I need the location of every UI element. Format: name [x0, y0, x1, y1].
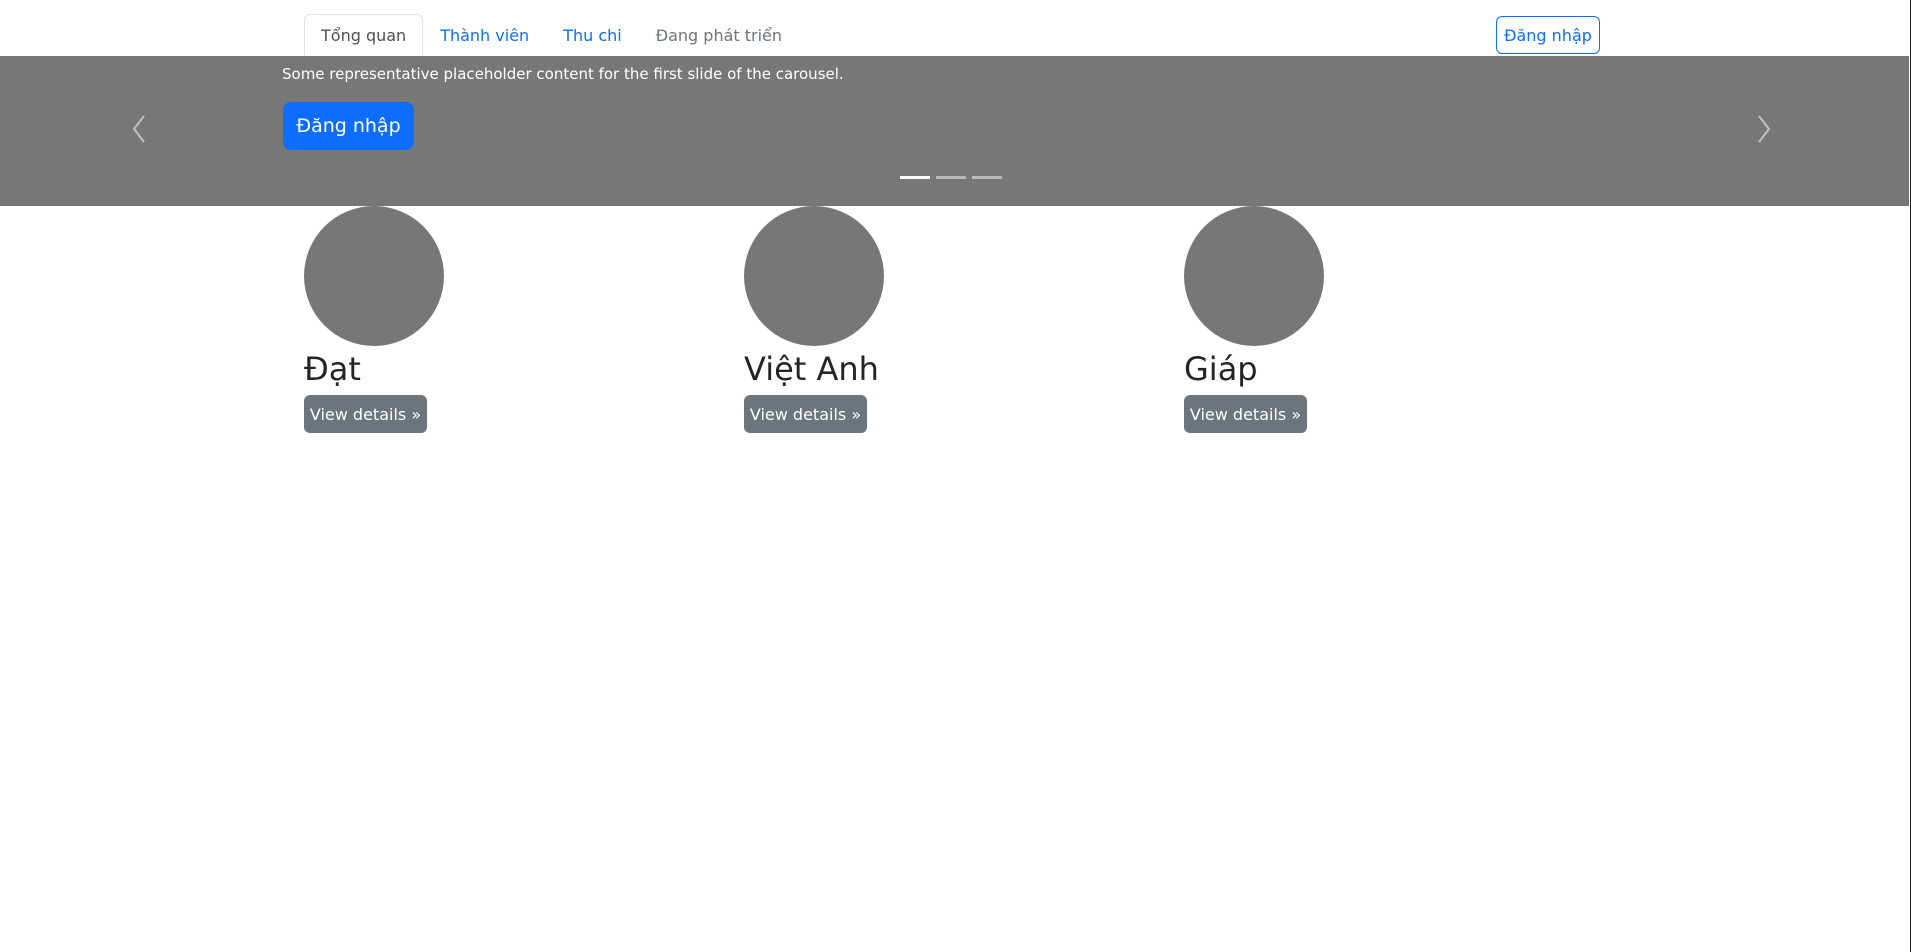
carousel-login-button[interactable]: Đăng nhập [283, 102, 414, 150]
login-button[interactable]: Đăng nhập [1496, 16, 1600, 54]
member-card: Giáp View details » [1184, 206, 1444, 434]
carousel-indicators [900, 176, 1002, 179]
view-details-button[interactable]: View details » [744, 395, 867, 434]
view-details-button[interactable]: View details » [1184, 395, 1307, 434]
carousel-caption: Some representative placeholder content … [282, 65, 844, 83]
member-card: Đạt View details » [304, 206, 564, 434]
carousel-indicator[interactable] [936, 176, 966, 179]
tab-in-development[interactable]: Đang phát triển [639, 14, 799, 56]
member-name: Đạt [304, 350, 361, 388]
carousel-next-button[interactable] [1750, 113, 1778, 145]
carousel-prev-button[interactable] [125, 113, 153, 145]
nav-tabs: Tổng quan Thành viên Thu chi Đang phát t… [304, 14, 799, 56]
chevron-left-icon [132, 115, 145, 143]
view-details-button[interactable]: View details » [304, 395, 427, 434]
avatar [744, 206, 884, 346]
carousel-indicator[interactable] [972, 176, 1002, 179]
tab-finance[interactable]: Thu chi [546, 14, 639, 56]
member-name: Giáp [1184, 350, 1258, 388]
tab-members[interactable]: Thành viên [423, 14, 546, 56]
chevron-right-icon [1758, 115, 1771, 143]
avatar [304, 206, 444, 346]
member-card: Việt Anh View details » [744, 206, 1004, 434]
avatar [1184, 206, 1324, 346]
carousel: Some representative placeholder content … [0, 56, 1909, 206]
carousel-indicator[interactable] [900, 176, 930, 179]
member-name: Việt Anh [744, 350, 879, 388]
tab-overview[interactable]: Tổng quan [304, 14, 424, 56]
